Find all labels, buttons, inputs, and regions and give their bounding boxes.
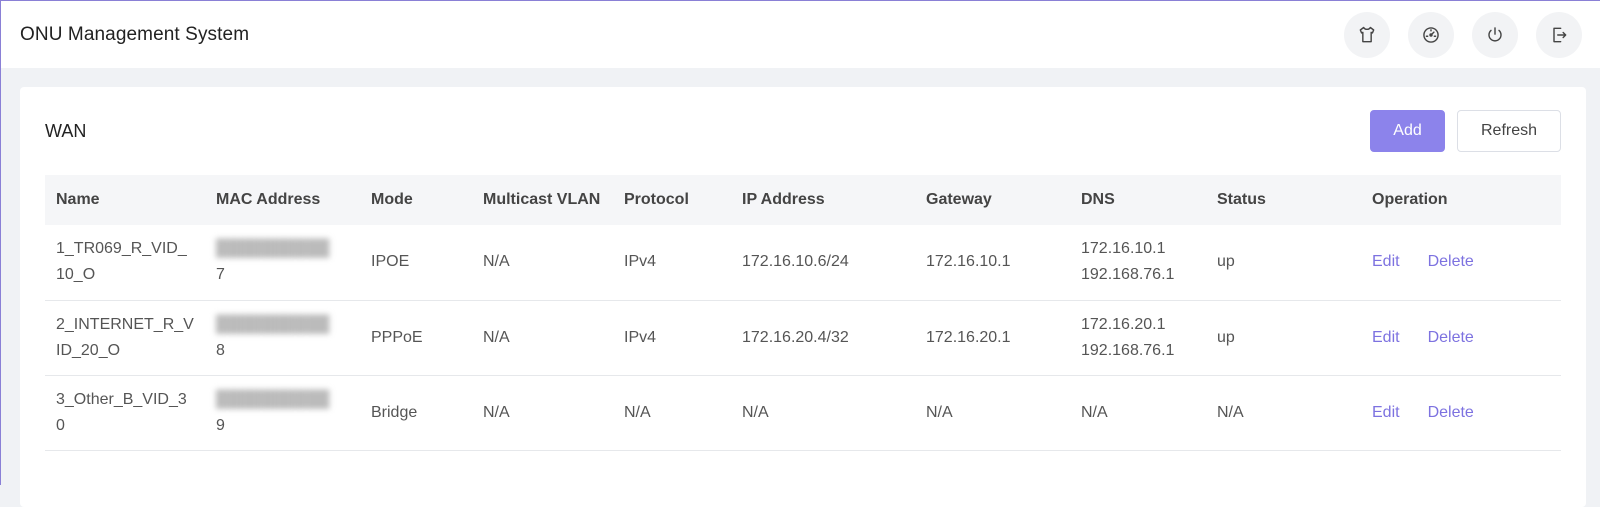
mac-redacted: ██████████ bbox=[216, 240, 330, 258]
column-header-protocol: Protocol bbox=[624, 191, 689, 208]
cell-mode: PPPoE bbox=[371, 328, 423, 346]
cell-operation: Edit Delete bbox=[1361, 300, 1561, 375]
table-row: 2_INTERNET_R_VID_20_O ██████████ 8 PPPoE … bbox=[45, 300, 1561, 375]
column-header-name: Name bbox=[56, 191, 100, 208]
panel-actions: Add Refresh bbox=[1370, 110, 1561, 152]
cell-name: 1_TR069_R_VID_10_O bbox=[56, 240, 187, 284]
table-row: 3_Other_B_VID_30 ██████████ 9 Bridge N/A … bbox=[45, 375, 1561, 450]
cell-status: up bbox=[1217, 253, 1235, 271]
column-header-multicast-vlan: Multicast VLAN bbox=[483, 191, 601, 208]
edit-link[interactable]: Edit bbox=[1372, 253, 1400, 270]
delete-link[interactable]: Delete bbox=[1428, 404, 1474, 421]
dashboard-button[interactable] bbox=[1408, 11, 1454, 58]
logout-button[interactable] bbox=[1536, 11, 1582, 58]
delete-link[interactable]: Delete bbox=[1428, 329, 1474, 346]
mac-redacted: ██████████ bbox=[216, 315, 330, 333]
dns-secondary: 192.168.76.1 bbox=[1081, 266, 1175, 284]
column-header-mac: MAC Address bbox=[216, 191, 321, 208]
table-header: Name MAC Address Mode Multicast VLAN Pro… bbox=[45, 175, 1561, 225]
cell-dns: 172.16.20.1 192.168.76.1 bbox=[1070, 300, 1206, 375]
cell-mode: Bridge bbox=[371, 403, 418, 421]
column-header-operation: Operation bbox=[1372, 191, 1448, 208]
column-header-status: Status bbox=[1217, 191, 1266, 208]
cell-ip: N/A bbox=[742, 403, 769, 421]
edit-link[interactable]: Edit bbox=[1372, 404, 1400, 421]
cell-ip: 172.16.20.4/32 bbox=[742, 328, 849, 346]
mac-suffix: 9 bbox=[216, 416, 225, 434]
cell-mac: ██████████ 8 bbox=[205, 300, 360, 375]
mac-suffix: 8 bbox=[216, 341, 225, 359]
cell-dns: 172.16.10.1 192.168.76.1 bbox=[1070, 225, 1206, 300]
delete-link[interactable]: Delete bbox=[1428, 253, 1474, 270]
cell-operation: Edit Delete bbox=[1361, 375, 1561, 450]
panel-header: WAN Add Refresh bbox=[45, 87, 1561, 175]
power-button[interactable] bbox=[1472, 11, 1518, 58]
cell-mac: ██████████ 9 bbox=[205, 375, 360, 450]
header-actions bbox=[1344, 11, 1582, 58]
table-row: 1_TR069_R_VID_10_O ██████████ 7 IPOE N/A … bbox=[45, 225, 1561, 300]
theme-shirt-button[interactable] bbox=[1344, 11, 1390, 58]
dns-secondary: 192.168.76.1 bbox=[1081, 341, 1175, 359]
header-row: Name MAC Address Mode Multicast VLAN Pro… bbox=[45, 175, 1561, 225]
column-header-mode: Mode bbox=[371, 191, 413, 208]
panel-title: WAN bbox=[45, 120, 87, 141]
logout-icon bbox=[1553, 27, 1567, 42]
dns-primary: 172.16.20.1 bbox=[1081, 315, 1166, 333]
app-title: ONU Management System bbox=[20, 23, 250, 45]
cell-status: up bbox=[1217, 328, 1235, 346]
column-header-ip: IP Address bbox=[742, 191, 825, 208]
cell-dns: N/A bbox=[1081, 403, 1108, 421]
power-icon bbox=[1488, 26, 1502, 42]
app-frame: ONU Management System WAN Add Refresh Na… bbox=[0, 0, 1600, 507]
top-header: ONU Management System bbox=[1, 1, 1600, 68]
column-header-dns: DNS bbox=[1081, 191, 1115, 208]
cell-gateway: 172.16.20.1 bbox=[926, 328, 1011, 346]
cell-mode: IPOE bbox=[371, 253, 410, 271]
table-body: 1_TR069_R_VID_10_O ██████████ 7 IPOE N/A … bbox=[45, 225, 1561, 450]
theme-shirt-icon bbox=[1359, 26, 1375, 42]
add-button[interactable]: Add bbox=[1370, 110, 1445, 152]
dashboard-icon bbox=[1423, 26, 1439, 43]
column-header-gateway: Gateway bbox=[926, 191, 992, 208]
cell-name: 3_Other_B_VID_30 bbox=[56, 390, 187, 434]
cell-mac: ██████████ 7 bbox=[205, 225, 360, 300]
cell-operation: Edit Delete bbox=[1361, 225, 1561, 300]
cell-multicast-vlan: N/A bbox=[483, 253, 510, 271]
cell-protocol: IPv4 bbox=[624, 253, 657, 271]
cell-ip: 172.16.10.6/24 bbox=[742, 253, 849, 271]
cell-multicast-vlan: N/A bbox=[483, 403, 510, 421]
cell-gateway: 172.16.10.1 bbox=[926, 253, 1011, 271]
dns-primary: 172.16.10.1 bbox=[1081, 240, 1166, 258]
mac-redacted: ██████████ bbox=[216, 390, 330, 408]
cell-status: N/A bbox=[1217, 403, 1244, 421]
cell-protocol: IPv4 bbox=[624, 328, 657, 346]
edit-link[interactable]: Edit bbox=[1372, 329, 1400, 346]
refresh-button[interactable]: Refresh bbox=[1457, 110, 1561, 152]
cell-protocol: N/A bbox=[624, 403, 651, 421]
cell-gateway: N/A bbox=[926, 403, 953, 421]
wan-table: Name MAC Address Mode Multicast VLAN Pro… bbox=[45, 175, 1561, 451]
mac-suffix: 7 bbox=[216, 266, 225, 284]
wan-panel: WAN Add Refresh Name MAC Address Mode Mu… bbox=[20, 87, 1586, 507]
cell-multicast-vlan: N/A bbox=[483, 328, 510, 346]
cell-name: 2_INTERNET_R_VID_20_O bbox=[56, 315, 194, 359]
